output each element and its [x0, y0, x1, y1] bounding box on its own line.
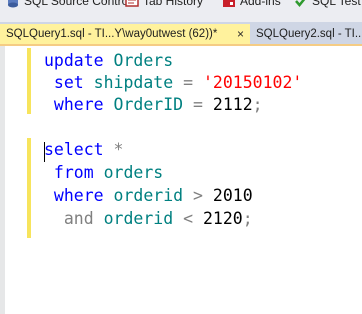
code-token: shipdate [83, 73, 174, 92]
toolbar-label: SQL Test [312, 0, 361, 8]
change-marker [27, 138, 31, 238]
sql-test-button[interactable]: SQL Test [294, 0, 361, 9]
code-line: where orderid > 2010 [44, 185, 253, 207]
tab-label: SQLQuery2.sql - TI...\ [256, 28, 362, 40]
text-cursor [44, 142, 45, 162]
toolbar: SQL Source Control Tab History Add-ins S… [0, 0, 362, 23]
change-marker [27, 48, 31, 114]
code-token: '20150102' [202, 73, 303, 92]
code-token: and [44, 209, 94, 228]
add-ins-button[interactable]: Add-ins [222, 0, 281, 9]
tab-label: SQLQuery1.sql - TI...Y\way0utwest (62))* [6, 28, 218, 40]
query-editor[interactable]: update Orders set shipdate = '20150102' … [0, 46, 362, 314]
tab-history-icon [125, 0, 139, 7]
code-token: 2120 [202, 209, 243, 228]
code-token: where [44, 95, 104, 114]
toolbar-label: SQL Source Control [24, 0, 131, 8]
tab-sqlquery2[interactable]: SQLQuery2.sql - TI...\ [250, 24, 362, 44]
add-ins-icon [223, 0, 235, 7]
code-token: Orders [103, 51, 174, 70]
code-token: OrderID [103, 95, 184, 114]
close-icon[interactable]: × [237, 27, 244, 41]
code-token: ; [242, 209, 253, 228]
code-line: set shipdate = '20150102' [44, 72, 302, 94]
code-line: where OrderID = 2112; [44, 94, 263, 116]
editor-margin [0, 46, 5, 314]
code-token: from [44, 163, 94, 182]
code-token: ; [252, 95, 263, 114]
code-token: 2112 [212, 95, 253, 114]
code-token: > [183, 186, 213, 205]
code-token: orderid [103, 186, 184, 205]
toolbar-label: Add-ins [240, 0, 281, 8]
code-token: select [44, 140, 104, 159]
tab-history-button[interactable]: Tab History [125, 0, 203, 9]
code-token: where [44, 186, 104, 205]
code-token: = [183, 95, 213, 114]
code-token: = [173, 73, 203, 92]
document-tab-strip: SQLQuery1.sql - TI...Y\way0utwest (62))*… [0, 22, 362, 46]
code-token: update [44, 51, 104, 70]
code-line: update Orders [44, 50, 173, 72]
source-control-icon [8, 0, 18, 8]
code-line: select * [44, 139, 123, 161]
code-token: orders [93, 163, 164, 182]
code-line: from orders [44, 162, 163, 184]
sql-test-icon [295, 0, 306, 7]
code-token: orderid [93, 209, 174, 228]
toolbar-label: Tab History [143, 0, 204, 8]
code-line: and orderid < 2120; [44, 208, 253, 230]
code-token: set [44, 73, 84, 92]
code-token: < [173, 209, 203, 228]
code-token: * [103, 140, 124, 159]
code-token: 2010 [212, 186, 253, 205]
sql-source-control-button[interactable]: SQL Source Control [6, 0, 131, 9]
tab-sqlquery1[interactable]: SQLQuery1.sql - TI...Y\way0utwest (62))*… [0, 24, 250, 44]
